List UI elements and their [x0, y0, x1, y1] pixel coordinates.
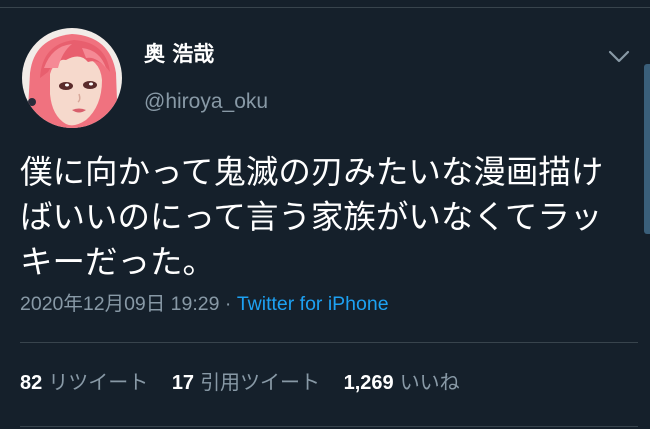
quote-tweets-label: 引用ツイート [200, 372, 321, 394]
tweet-timestamp[interactable]: 2020年12月09日 19:29 [20, 293, 219, 315]
quote-tweets-count: 17 [171, 372, 195, 394]
tweet-stats: 82 リツイート 17 引用ツイート 1,269 いいね [20, 370, 478, 396]
avatar-image [22, 28, 122, 128]
tweet-source-link[interactable]: Twitter for iPhone [237, 293, 389, 315]
display-name[interactable]: 奥 浩哉 [144, 44, 214, 65]
tweet-text-line: 僕に向かって鬼滅の刃みたいな漫画描け [20, 153, 604, 191]
retweets-stat[interactable]: 82 リツイート [20, 370, 148, 396]
retweets-count: 82 [20, 372, 43, 394]
top-divider [0, 7, 650, 8]
likes-label: いいね [399, 372, 460, 394]
likes-stat[interactable]: 1,269 いいね [344, 370, 460, 396]
bottom-divider [20, 426, 638, 427]
user-handle[interactable]: @hiroya_oku [144, 91, 268, 112]
likes-count: 1,269 [343, 372, 394, 394]
tweet-meta: 2020年12月09日 19:29 · Twitter for iPhone [20, 292, 389, 316]
retweets-label: リツイート [48, 372, 149, 394]
meta-separator: · [219, 293, 237, 315]
avatar[interactable] [22, 28, 122, 128]
tweet-text-line: キーだった。 [20, 243, 216, 281]
quote-tweets-stat[interactable]: 17 引用ツイート [172, 370, 320, 396]
chevron-down-icon[interactable] [606, 48, 632, 66]
scrollbar[interactable] [644, 64, 650, 234]
tweet-text-line: ばいいのにって言う家族がいなくてラッ [20, 198, 603, 236]
tweet-text: 僕に向かって鬼滅の刃みたいな漫画描け ばいいのにって言う家族がいなくてラッ キー… [20, 150, 638, 285]
stats-divider [20, 342, 638, 343]
